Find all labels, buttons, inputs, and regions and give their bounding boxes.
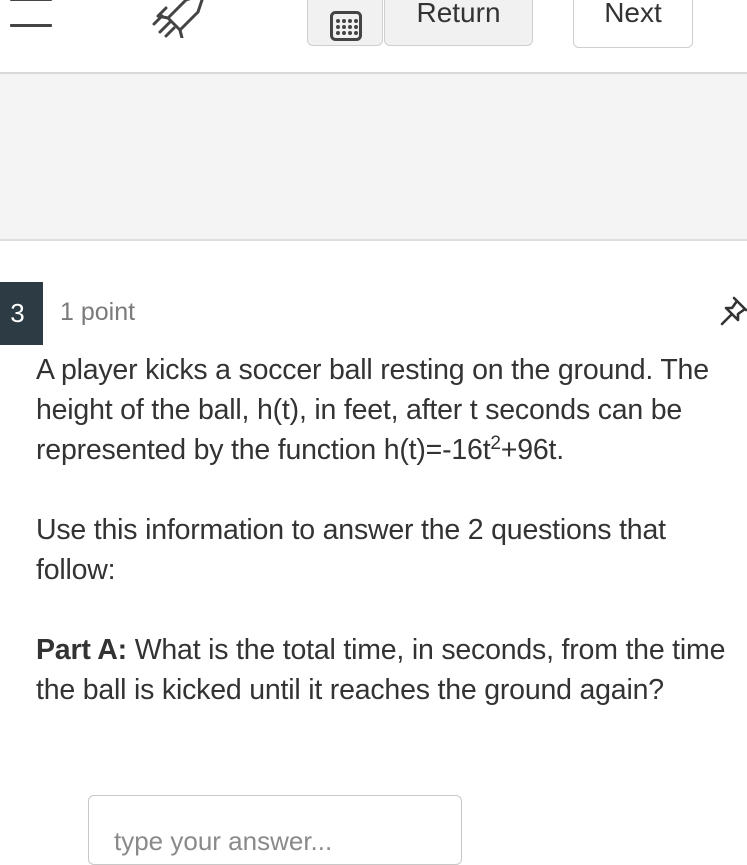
- rocket-icon[interactable]: [146, 0, 208, 38]
- question-prompt: A player kicks a soccer ball resting on …: [36, 350, 747, 710]
- question-points: 1 point: [60, 298, 136, 326]
- media-area: [0, 74, 747, 241]
- return-button[interactable]: Return: [384, 0, 533, 46]
- instruction-text: Use this information to answer the 2 que…: [36, 514, 666, 586]
- calculator-button[interactable]: [307, 0, 383, 46]
- question-number: 3: [0, 282, 43, 345]
- calculator-icon: [330, 11, 362, 41]
- hamburger-icon[interactable]: [10, 0, 54, 30]
- part-a-text: Part A: What is the total time, in secon…: [36, 630, 747, 710]
- answer-input[interactable]: [88, 795, 462, 865]
- question-text-main: A player kicks a soccer ball resting on …: [36, 354, 709, 466]
- question-text-end: +96t.: [500, 434, 564, 466]
- pin-icon[interactable]: [718, 292, 747, 328]
- part-a-label: Part A:: [36, 634, 127, 666]
- exponent: 2: [490, 433, 501, 454]
- part-a-question: What is the total time, in seconds, from…: [36, 634, 726, 706]
- top-toolbar: Return Next: [0, 0, 747, 74]
- next-button[interactable]: Next: [573, 0, 693, 48]
- question-text: A player kicks a soccer ball resting on …: [36, 350, 747, 470]
